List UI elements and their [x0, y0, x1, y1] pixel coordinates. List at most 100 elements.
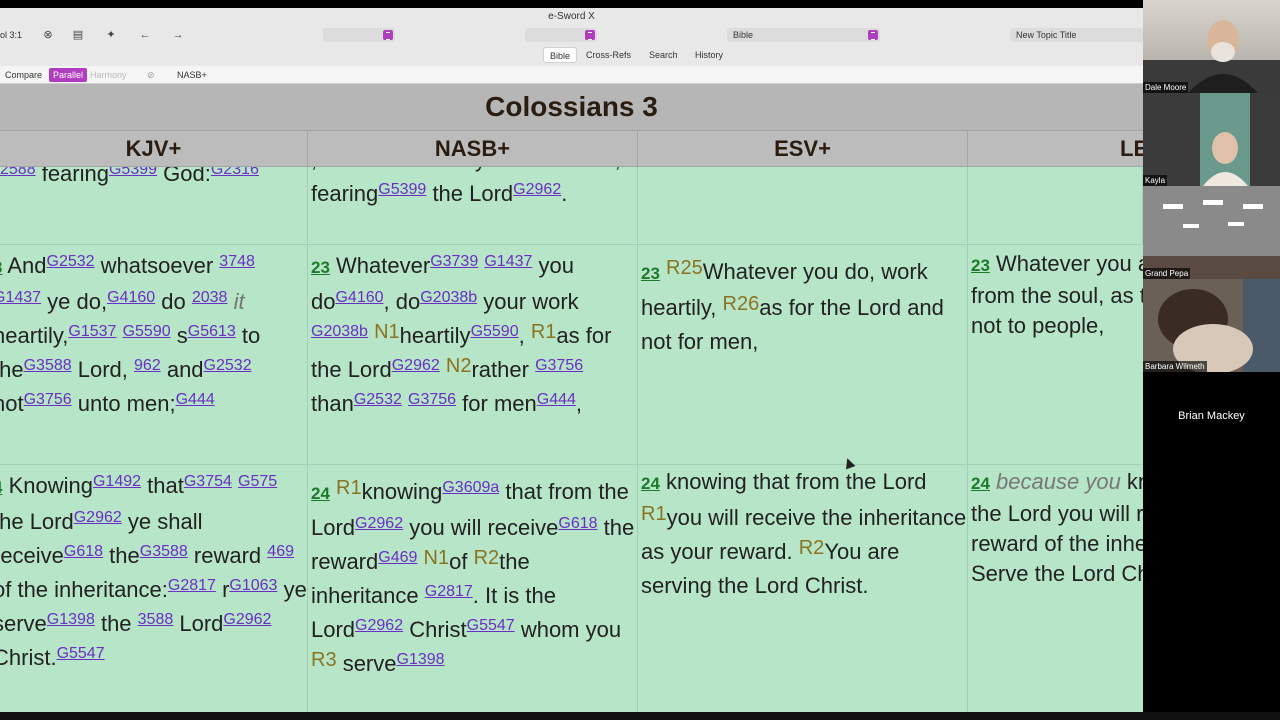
verse-cell[interactable]: 23 WhateverG3739 G1437 you doG4160, doG2…	[308, 245, 638, 465]
strongs-link[interactable]: G2962	[355, 617, 403, 634]
strongs-link[interactable]: G5613	[188, 323, 236, 340]
note-marker[interactable]: R2	[799, 537, 825, 559]
bible-combo[interactable]: Bible	[727, 28, 880, 42]
strongs-link[interactable]: G2532	[47, 253, 95, 270]
participant-tile[interactable]: Barbara Wilmeth	[1143, 279, 1280, 372]
strongs-link[interactable]: G3756	[24, 391, 72, 408]
note-marker[interactable]: R2	[474, 547, 500, 569]
strongs-link[interactable]: G2532	[204, 357, 252, 374]
note-marker[interactable]: R1	[531, 321, 557, 343]
strongs-link[interactable]: G3756	[535, 357, 583, 374]
strongs-link[interactable]: G2962	[392, 357, 440, 374]
tab-history[interactable]: History	[689, 47, 729, 63]
note-marker[interactable]: R1	[641, 503, 667, 525]
strongs-link[interactable]: G1437	[484, 253, 532, 270]
compare-button[interactable]: Compare	[1, 68, 46, 82]
strongs-link[interactable]: G2532	[354, 391, 402, 408]
note-marker[interactable]: N1	[424, 547, 450, 569]
strongs-link[interactable]: 2588	[0, 167, 36, 178]
strongs-link[interactable]: G2038b	[420, 289, 477, 306]
strongs-link[interactable]: G3588	[140, 543, 188, 560]
note-marker[interactable]: R26	[723, 293, 760, 315]
strongs-link[interactable]: 2038	[192, 289, 228, 306]
strongs-link[interactable]: G2962	[513, 181, 561, 198]
strongs-link[interactable]: G2962	[223, 611, 271, 628]
forward-arrow-icon[interactable]: →	[168, 27, 188, 43]
note-marker[interactable]: R25	[666, 257, 703, 279]
strongs-link[interactable]: G5547	[467, 617, 515, 634]
tab-search[interactable]: Search	[643, 47, 684, 63]
note-marker[interactable]: N1	[374, 321, 400, 343]
strongs-link[interactable]: G2962	[74, 509, 122, 526]
version-label[interactable]: NASB+	[173, 68, 211, 82]
parallel-button[interactable]: Parallel	[49, 68, 88, 82]
participant-tile[interactable]: Kayla	[1143, 93, 1280, 186]
harmony-button[interactable]: Harmony	[86, 68, 131, 82]
strongs-link[interactable]: G3756	[408, 391, 456, 408]
strongs-link[interactable]: G2038b	[311, 323, 368, 340]
clear-icon[interactable]: ⊗	[38, 27, 58, 43]
strongs-link[interactable]: G4160	[107, 289, 155, 306]
no-entry-icon[interactable]: ⊘	[143, 68, 159, 82]
column-header-esv[interactable]: ESV+	[638, 131, 968, 167]
sparkle-icon[interactable]: ✦	[101, 27, 121, 43]
strongs-link[interactable]: G3754	[184, 473, 232, 490]
strongs-link[interactable]: 469	[267, 543, 294, 560]
back-arrow-icon[interactable]: ←	[135, 27, 155, 43]
verse-cell[interactable]: 3 AndG2532 whatsoever 3748 G1437 ye do,G…	[0, 245, 308, 465]
combo-1[interactable]	[323, 28, 395, 42]
strongs-link[interactable]: G3588	[24, 357, 72, 374]
strongs-link[interactable]: G2962	[355, 515, 403, 532]
strongs-link[interactable]: G5547	[57, 645, 105, 662]
strongs-link[interactable]: G5399	[109, 167, 157, 178]
strongs-link[interactable]: G1398	[47, 611, 95, 628]
strongs-link[interactable]: G5399	[378, 181, 426, 198]
topic-combo[interactable]: New Topic Title	[1010, 28, 1143, 42]
strongs-link[interactable]: G575	[238, 473, 277, 490]
note-marker[interactable]: R1	[336, 477, 362, 499]
verse-cell[interactable]: , but with sincerity of heartG2588, fear…	[308, 167, 638, 245]
participant-tile[interactable]: Dale Moore	[1143, 0, 1280, 93]
tab-cross-refs[interactable]: Cross-Refs	[580, 47, 637, 63]
strongs-link[interactable]: G1437	[0, 289, 41, 306]
verse-cell[interactable]: 24 knowing that from the Lord R1you will…	[638, 465, 968, 712]
strongs-link[interactable]: G2817	[168, 577, 216, 594]
participant-tile[interactable]: Grand Pepa	[1143, 186, 1280, 279]
verse-cell[interactable]: 2588 fearingG5399 God:G2316	[0, 167, 308, 245]
tab-bible[interactable]: Bible	[543, 47, 578, 63]
strongs-link[interactable]: G3739	[430, 253, 478, 270]
verse-cell[interactable]: 23 Whatever you accomplish it from the s…	[968, 245, 1143, 465]
strongs-link[interactable]: 962	[134, 357, 161, 374]
strongs-link[interactable]: G444	[537, 391, 576, 408]
column-header-nasb[interactable]: NASB+	[308, 131, 638, 167]
verse-cell[interactable]: 23 R25Whatever you do, work heartily, R2…	[638, 245, 968, 465]
column-header-kjv[interactable]: KJV+	[0, 131, 308, 167]
note-marker[interactable]: N2	[446, 355, 472, 377]
strongs-link[interactable]: G1398	[397, 651, 445, 668]
strongs-link[interactable]: G4160	[335, 289, 383, 306]
strongs-link[interactable]: G618	[558, 515, 597, 532]
reference-field[interactable]: ol 3:1	[0, 27, 22, 43]
combo-2[interactable]	[525, 28, 597, 42]
verse-cell[interactable]: 4 KnowingG1492 thatG3754 G575 the LordG2…	[0, 465, 308, 712]
book-icon[interactable]: ▤	[68, 27, 88, 43]
strongs-link[interactable]: 3748	[219, 253, 255, 270]
verse-cell[interactable]	[638, 167, 968, 245]
strongs-link[interactable]: G469	[378, 549, 417, 566]
strongs-link[interactable]: G2316	[211, 167, 259, 178]
verse-cell[interactable]: 24 because you know that from the Lord y…	[968, 465, 1143, 712]
strongs-link[interactable]: G1492	[93, 473, 141, 490]
column-header-leb[interactable]: LEB	[968, 131, 1143, 167]
verse-cell[interactable]	[968, 167, 1143, 245]
strongs-link[interactable]: G618	[64, 543, 103, 560]
strongs-link[interactable]: 3588	[138, 611, 174, 628]
strongs-link[interactable]: G5590	[123, 323, 171, 340]
note-marker[interactable]: R3	[311, 649, 337, 671]
strongs-link[interactable]: G1063	[229, 577, 277, 594]
verse-cell[interactable]: 24 R1knowingG3609a that from the LordG29…	[308, 465, 638, 712]
strongs-link[interactable]: G1537	[68, 323, 116, 340]
strongs-link[interactable]: G2817	[425, 583, 473, 600]
strongs-link[interactable]: G444	[176, 391, 215, 408]
strongs-link[interactable]: G3609a	[442, 479, 499, 496]
strongs-link[interactable]: G5590	[471, 323, 519, 340]
